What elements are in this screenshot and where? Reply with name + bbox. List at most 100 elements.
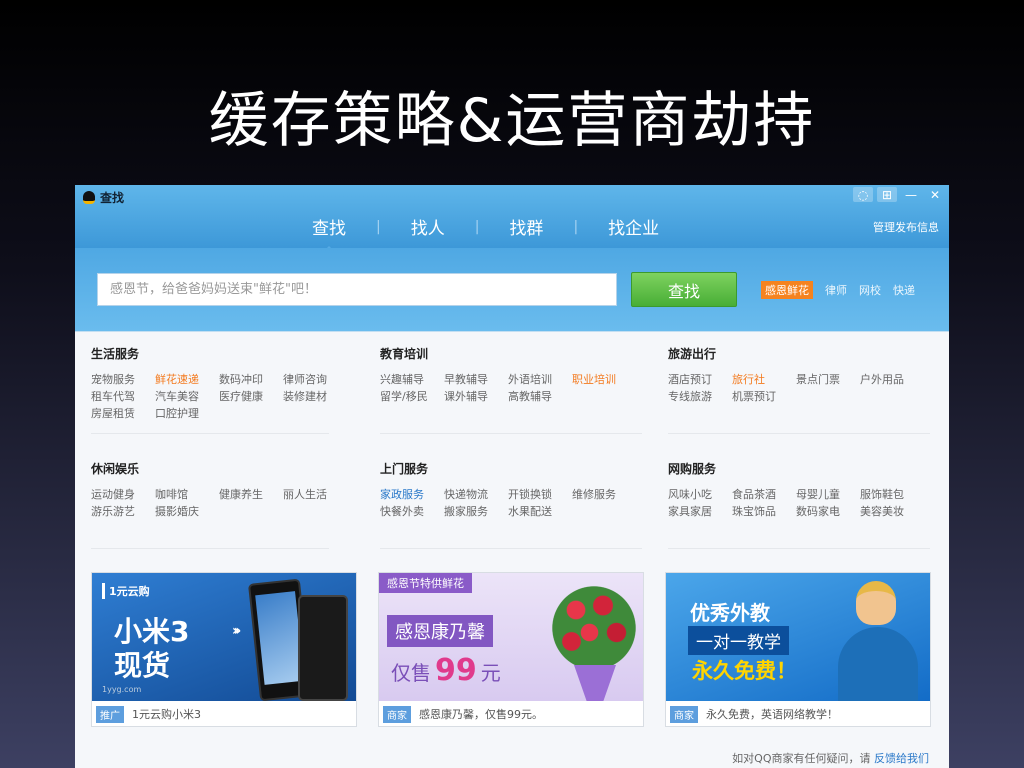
ad-caption-text[interactable]: 感恩康乃馨，仅售99元。 (419, 706, 543, 722)
divider (91, 548, 329, 549)
category-link[interactable]: 鲜花速递 (155, 373, 219, 387)
category-link[interactable]: 搬家服务 (444, 505, 508, 519)
category-link[interactable]: 早教辅导 (444, 373, 508, 387)
category-link[interactable]: 律师咨询 (283, 373, 347, 387)
close-icon[interactable]: ✕ (925, 187, 945, 202)
category-link[interactable]: 数码家电 (796, 505, 860, 519)
category-link[interactable]: 装修建材 (283, 390, 347, 404)
tab-find-business[interactable]: 找企业 (596, 214, 671, 239)
category-link[interactable]: 旅行社 (732, 373, 796, 387)
category-link[interactable]: 母婴儿童 (796, 488, 860, 502)
category-link[interactable]: 高教辅导 (508, 390, 572, 404)
ad-caption-text[interactable]: 永久免费，英语网络教学！ (706, 706, 838, 722)
category-links: 酒店预订 旅行社 景点门票 户外用品 专线旅游 机票预订 (668, 373, 928, 404)
category-link[interactable]: 机票预订 (732, 390, 796, 404)
category-link[interactable]: 快餐外卖 (380, 505, 444, 519)
category-link[interactable]: 开锁换锁 (508, 488, 572, 502)
category-title: 休闲娱乐 (91, 462, 140, 476)
category-link[interactable]: 数码冲印 (219, 373, 283, 387)
hot-keyword[interactable]: 律师 (825, 282, 847, 298)
ad-subheadline: 一对一教学 (688, 626, 789, 655)
category-link[interactable]: 留学/移民 (380, 390, 444, 404)
bouquet-image (549, 583, 639, 673)
search-button[interactable]: 查找 (631, 272, 737, 307)
category-link[interactable]: 房屋租赁 (91, 407, 155, 421)
category-link[interactable]: 酒店预订 (668, 373, 732, 387)
tab-divider: | (573, 218, 579, 235)
category-link[interactable]: 水果配送 (508, 505, 572, 519)
category-link[interactable]: 美容美妆 (860, 505, 924, 519)
ad-card-xiaomi[interactable]: 1元云购 小米3 现货 ››› 1yyg.com 推广 1元云购小米3 (91, 572, 357, 727)
categories-area: 生活服务 宠物服务 鲜花速递 数码冲印 律师咨询 租车代驾 汽车美容 医疗健康 … (75, 332, 949, 585)
divider (91, 433, 329, 434)
category-link[interactable]: 健康养生 (219, 488, 283, 502)
category-link[interactable]: 游乐游艺 (91, 505, 155, 519)
category-link[interactable]: 汽车美容 (155, 390, 219, 404)
tab-find-people[interactable]: 找人 (399, 214, 457, 239)
hot-keyword[interactable]: 网校 (859, 282, 881, 298)
hot-keyword-badge[interactable]: 感恩鲜花 (761, 281, 813, 299)
search-band: 查找 感恩鲜花 律师 网校 快递 (75, 248, 949, 332)
teacher-image (838, 627, 918, 701)
qq-find-window: 查找 ◌ ⊞ — ✕ 查找 | 找人 | 找群 | 找企业 管理发布信息 查找 感恩鲜… (75, 185, 949, 768)
ad-caption: 商家 感恩康乃馨，仅售99元。 (379, 701, 643, 727)
search-input[interactable] (97, 273, 617, 306)
ad-card-flowers[interactable]: 感恩节特供鲜花 感恩康乃馨 仅售 99 元 商家 感恩康乃馨，仅售99元。 (378, 572, 644, 727)
ad-banner[interactable]: 感恩节特供鲜花 感恩康乃馨 仅售 99 元 (379, 573, 643, 701)
ad-line: 小米3 (114, 615, 190, 648)
window-title-text: 查找 (100, 191, 125, 205)
category-link[interactable]: 口腔护理 (155, 407, 219, 421)
category-link[interactable]: 租车代驾 (91, 390, 155, 404)
chevron-arrows-icon: ››› (232, 623, 242, 639)
category-link[interactable]: 快递物流 (444, 488, 508, 502)
category-link[interactable]: 维修服务 (572, 488, 636, 502)
qq-penguin-icon (83, 191, 95, 204)
divider (380, 433, 642, 434)
expand-icon[interactable]: ⊞ (877, 187, 897, 202)
divider (380, 548, 642, 549)
category-link[interactable]: 家具家居 (668, 505, 732, 519)
category-education: 教育培训 兴趣辅导 早教辅导 外语培训 职业培训 留学/移民 课外辅导 高教辅导 (380, 345, 640, 404)
category-link[interactable]: 丽人生活 (283, 488, 347, 502)
ad-caption-text[interactable]: 1元云购小米3 (132, 706, 201, 722)
category-home-service: 上门服务 家政服务 快递物流 开锁换锁 维修服务 快餐外卖 搬家服务 水果配送 (380, 460, 640, 519)
category-link[interactable]: 景点门票 (796, 373, 860, 387)
ad-banner[interactable]: 优秀外教 一对一教学 永久免费！ (666, 573, 930, 701)
category-link[interactable]: 风味小吃 (668, 488, 732, 502)
ad-caption: 推广 1元云购小米3 (92, 701, 356, 727)
category-link[interactable]: 运动健身 (91, 488, 155, 502)
category-link[interactable]: 户外用品 (860, 373, 924, 387)
category-link[interactable]: 摄影婚庆 (155, 505, 219, 519)
category-link[interactable]: 食品茶酒 (732, 488, 796, 502)
ad-banner[interactable]: 1元云购 小米3 现货 ››› 1yyg.com (92, 573, 356, 701)
category-link[interactable]: 兴趣辅导 (380, 373, 444, 387)
feedback-icon[interactable]: ◌ (853, 187, 873, 202)
category-title: 旅游出行 (668, 347, 717, 361)
category-links: 风味小吃 食品茶酒 母婴儿童 服饰鞋包 家具家居 珠宝饰品 数码家电 美容美妆 (668, 488, 928, 519)
title-bar: 查找 ◌ ⊞ — ✕ 查找 | 找人 | 找群 | 找企业 管理发布信息 (75, 185, 949, 252)
ad-logo: 1元云购 (102, 583, 150, 599)
category-link[interactable]: 服饰鞋包 (860, 488, 924, 502)
category-link[interactable]: 课外辅导 (444, 390, 508, 404)
hot-keyword[interactable]: 快递 (893, 282, 915, 298)
category-link[interactable]: 专线旅游 (668, 390, 732, 404)
ad-header: 感恩节特供鲜花 (379, 573, 472, 593)
category-link[interactable]: 职业培训 (572, 373, 636, 387)
manage-link[interactable]: 管理发布信息 (873, 219, 939, 235)
category-link[interactable]: 宠物服务 (91, 373, 155, 387)
slide-title: 缓存策略&运营商劫持 (208, 86, 816, 156)
window-title: 查找 (83, 189, 124, 206)
category-link[interactable]: 医疗健康 (219, 390, 283, 404)
category-link[interactable]: 咖啡馆 (155, 488, 219, 502)
tab-find-group[interactable]: 找群 (497, 214, 555, 239)
ad-headline: 感恩康乃馨 (387, 615, 493, 647)
tab-bar: 查找 | 找人 | 找群 | 找企业 (300, 214, 671, 252)
category-title: 生活服务 (91, 347, 140, 361)
ad-card-english[interactable]: 优秀外教 一对一教学 永久免费！ 商家 永久免费，英语网络教学！ (665, 572, 931, 727)
feedback-link[interactable]: 反馈给我们 (874, 752, 929, 765)
minimize-icon[interactable]: — (901, 187, 921, 202)
category-link[interactable]: 外语培训 (508, 373, 572, 387)
tab-find[interactable]: 查找 (300, 214, 358, 252)
category-link[interactable]: 家政服务 (380, 488, 444, 502)
category-link[interactable]: 珠宝饰品 (732, 505, 796, 519)
